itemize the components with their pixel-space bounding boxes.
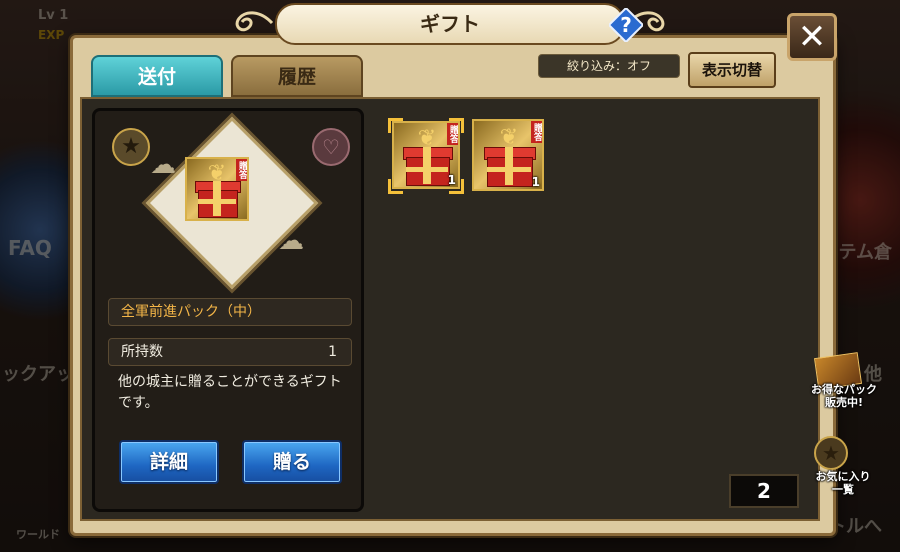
cloud-ornament-icon: ☁: [150, 150, 176, 180]
item-description: 他の城主に贈ることができるギフトです。: [118, 374, 342, 411]
favorites-button[interactable]: ★ お気に入り 一覧: [808, 436, 900, 500]
inventory-gift-item[interactable]: ❦ 贈答 1: [472, 119, 544, 191]
gift-tag: 贈答: [236, 159, 247, 181]
toggle-view-button[interactable]: 表示切替: [688, 52, 776, 88]
owned-label: 所持数: [121, 344, 163, 360]
promo-line1: お得なパック: [811, 383, 877, 396]
owned-count-row: 所持数 1: [108, 338, 352, 366]
inventory-gift-item[interactable]: ❦ 贈答 1: [392, 121, 460, 189]
page-indicator: 2: [729, 474, 799, 508]
star-icon: ★: [814, 436, 848, 470]
item-count: 1: [531, 175, 540, 189]
promo-pack-button[interactable]: お得なパック 販売中!: [808, 352, 900, 415]
gift-tag: 贈答: [531, 121, 542, 143]
help-button[interactable]: ?: [607, 6, 645, 44]
tab-send[interactable]: 送付: [91, 55, 223, 97]
help-button-label: ?: [620, 13, 632, 37]
favorites-line1: お気に入り: [815, 470, 871, 483]
gift-tag: 贈答: [447, 123, 458, 145]
owned-value: 1: [328, 344, 337, 360]
cloud-ornament-icon: ☁: [278, 226, 304, 256]
heart-icon[interactable]: ♡: [312, 128, 350, 166]
ornament-icon: [235, 11, 274, 32]
dialog-title: ギフト: [275, 3, 625, 45]
tab-history[interactable]: 履歴: [231, 55, 363, 97]
filter-status[interactable]: 絞り込み：オフ: [538, 54, 680, 78]
item-name: 全軍前進パック（中）: [108, 298, 352, 326]
close-button[interactable]: ✕: [787, 13, 837, 61]
promo-line2: 販売中!: [824, 396, 864, 409]
send-button[interactable]: 贈る: [242, 440, 342, 484]
favorites-line2: 一覧: [832, 483, 854, 496]
detail-button[interactable]: 詳細: [119, 440, 219, 484]
selected-gift-icon: ❦ 贈答: [185, 157, 249, 221]
star-icon[interactable]: ★: [112, 128, 150, 166]
close-icon: ✕: [797, 17, 827, 57]
item-count: 1: [447, 173, 456, 187]
